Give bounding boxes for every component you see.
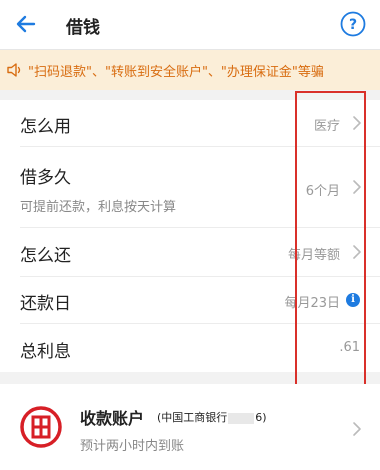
row-repayment-day: 还款日 每月23日 i bbox=[0, 277, 380, 323]
row-repayment-method[interactable]: 怎么还 每月等额 bbox=[0, 228, 380, 276]
row-value: 6个月 bbox=[305, 184, 340, 199]
row-usage[interactable]: 怎么用 医疗 bbox=[0, 100, 380, 146]
row-label: 怎么用 bbox=[20, 117, 71, 137]
account-bank: (中国工商银行 6) bbox=[157, 411, 267, 424]
chevron-right-icon bbox=[353, 180, 361, 194]
back-arrow-icon[interactable] bbox=[14, 12, 38, 36]
row-total-interest: 总利息 .61 bbox=[0, 324, 380, 372]
row-value: 每月等额 bbox=[287, 248, 340, 263]
row-value: 医疗 bbox=[313, 119, 340, 134]
account-title: 收款账户 bbox=[80, 409, 145, 428]
page-title: 借钱 bbox=[66, 18, 100, 38]
icbc-logo-icon bbox=[20, 406, 62, 448]
svg-text:?: ? bbox=[349, 17, 357, 33]
info-icon[interactable]: i bbox=[346, 293, 360, 307]
row-duration[interactable]: 借多久 可提前还款，利息按天计算 6个月 bbox=[0, 147, 380, 227]
account-subtitle: 预计两小时内到账 bbox=[80, 439, 185, 454]
row-sublabel: 可提前还款，利息按天计算 bbox=[20, 200, 177, 215]
notice-text: "扫码退款"、"转账到安全账户"、"办理保证金"等骗 bbox=[28, 65, 324, 80]
row-value: .61 bbox=[339, 340, 360, 355]
row-label: 总利息 bbox=[20, 342, 71, 362]
chevron-right-icon bbox=[353, 116, 361, 130]
top-bar: 借钱 ? bbox=[0, 0, 380, 50]
masked-digits bbox=[228, 412, 255, 424]
row-label: 还款日 bbox=[20, 294, 71, 314]
help-icon[interactable]: ? bbox=[340, 11, 366, 37]
fraud-warning-banner[interactable]: "扫码退款"、"转账到安全账户"、"办理保证金"等骗 bbox=[0, 50, 380, 90]
loan-details-list: 怎么用 医疗 借多久 可提前还款，利息按天计算 6个月 怎么还 每月等额 还款日… bbox=[0, 100, 380, 372]
row-label: 怎么还 bbox=[20, 246, 71, 266]
row-label: 借多久 bbox=[20, 168, 71, 188]
chevron-right-icon bbox=[353, 422, 361, 436]
chevron-right-icon bbox=[353, 245, 361, 259]
receiving-account-row[interactable]: 收款账户 (中国工商银行 6) 预计两小时内到账 bbox=[0, 384, 380, 470]
row-value: 每月23日 bbox=[284, 296, 340, 311]
speaker-icon bbox=[7, 63, 21, 77]
